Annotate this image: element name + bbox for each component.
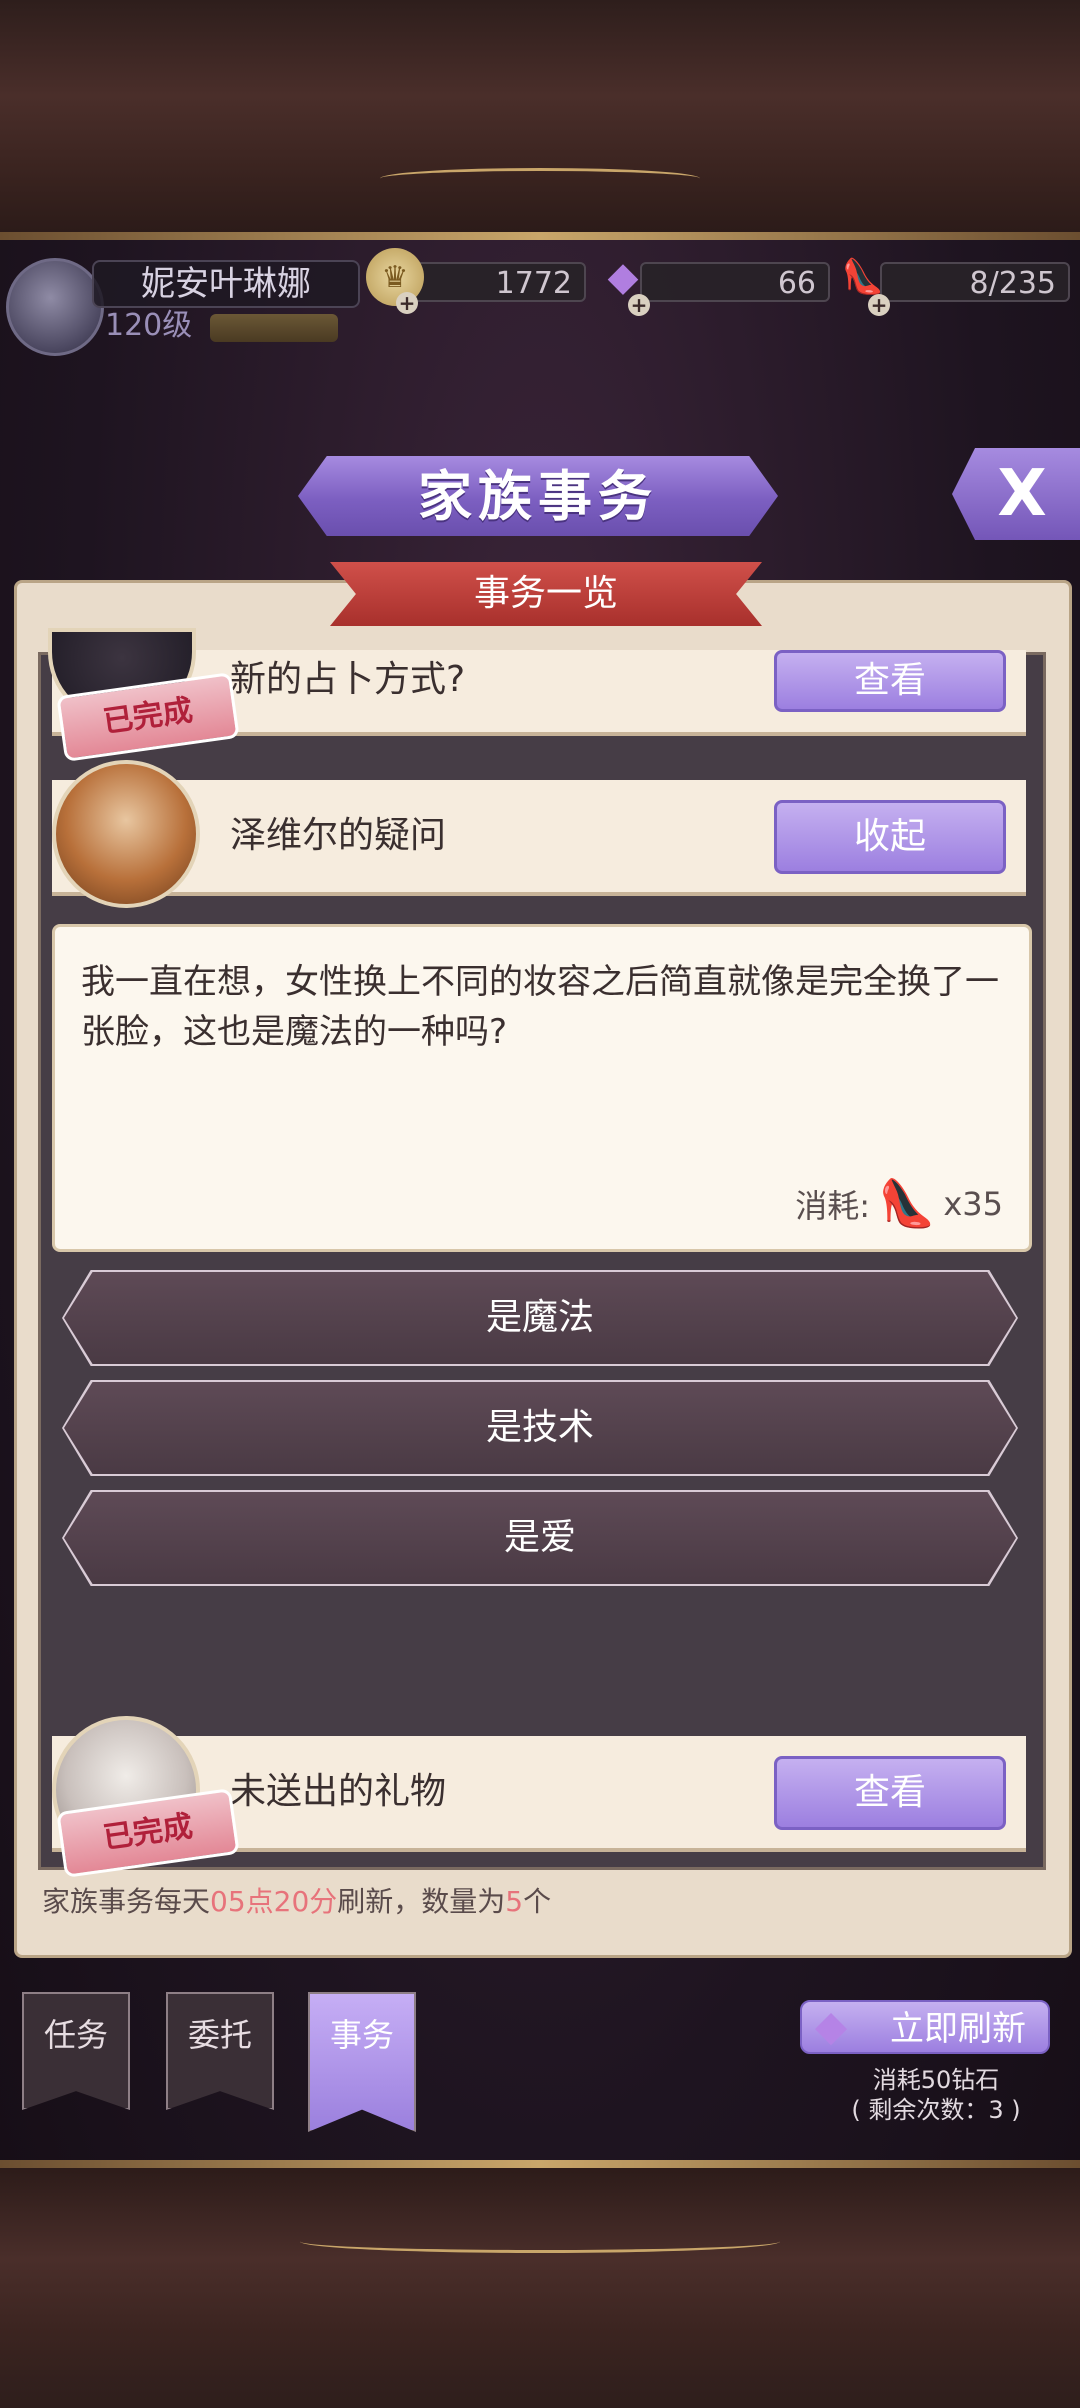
view-button[interactable]: 查看: [774, 1756, 1006, 1830]
top-ornament: [380, 168, 700, 189]
dialog-title: 家族事务: [298, 456, 778, 536]
note-text: 个: [523, 1885, 552, 1918]
refresh-info-note: 家族事务每天05点20分刷新，数量为5个: [42, 1880, 551, 1920]
refresh-remaining: ( 剩余次数：3 ): [851, 2096, 1021, 2124]
character-portrait: [52, 760, 200, 908]
cost-info: 消耗: 👠 x35: [795, 1176, 1003, 1231]
bottom-ornament: [300, 2230, 780, 2253]
answer-option-1[interactable]: 是魔法: [64, 1272, 1016, 1364]
note-text: 家族事务每天: [42, 1885, 211, 1918]
note-text: 刷新，数量为: [337, 1885, 506, 1918]
gem-counter: 66: [640, 262, 830, 302]
task-title: 泽维尔的疑问: [230, 815, 447, 856]
tab-tasks[interactable]: 任务: [22, 1992, 130, 2110]
cost-value: x35: [943, 1184, 1003, 1223]
close-button[interactable]: X: [952, 448, 1080, 540]
answer-option-2[interactable]: 是技术: [64, 1382, 1016, 1474]
task-count: 5: [505, 1885, 524, 1918]
player-name: 妮安叶琳娜: [92, 260, 360, 308]
vip-badge: [210, 314, 338, 342]
diamond-icon: ◆: [814, 2000, 848, 2050]
bottom-decoration: [0, 2160, 1080, 2408]
add-gems-button[interactable]: +: [628, 294, 650, 316]
task-title: 未送出的礼物: [230, 1771, 447, 1812]
task-question: 我一直在想，女性换上不同的妆容之后简直就像是完全换了一张脸，这也是魔法的一种吗?: [81, 962, 999, 1052]
glass-slipper-icon: 👠: [878, 1176, 936, 1230]
player-level: 120级: [105, 308, 193, 343]
coin-counter: 1772: [410, 262, 586, 302]
answer-option-3[interactable]: 是爱: [64, 1492, 1016, 1584]
collapse-button[interactable]: 收起: [774, 800, 1006, 874]
view-button[interactable]: 查看: [774, 650, 1006, 712]
add-coins-button[interactable]: +: [396, 292, 418, 314]
task-detail-card: 我一直在想，女性换上不同的妆容之后简直就像是完全换了一张脸，这也是魔法的一种吗?…: [52, 924, 1032, 1252]
refresh-time: 05点20分: [210, 1885, 338, 1918]
top-decoration: [0, 0, 1080, 240]
cost-label: 消耗:: [795, 1186, 871, 1225]
tab-commissions[interactable]: 委托: [166, 1992, 274, 2110]
player-avatar[interactable]: [6, 258, 104, 356]
add-slippers-button[interactable]: +: [868, 294, 890, 316]
task-title: 新的占卜方式?: [230, 659, 466, 700]
subtitle-banner: 事务一览: [330, 562, 762, 626]
slipper-counter: 8/235: [880, 262, 1070, 302]
tab-affairs[interactable]: 事务: [308, 1992, 416, 2132]
